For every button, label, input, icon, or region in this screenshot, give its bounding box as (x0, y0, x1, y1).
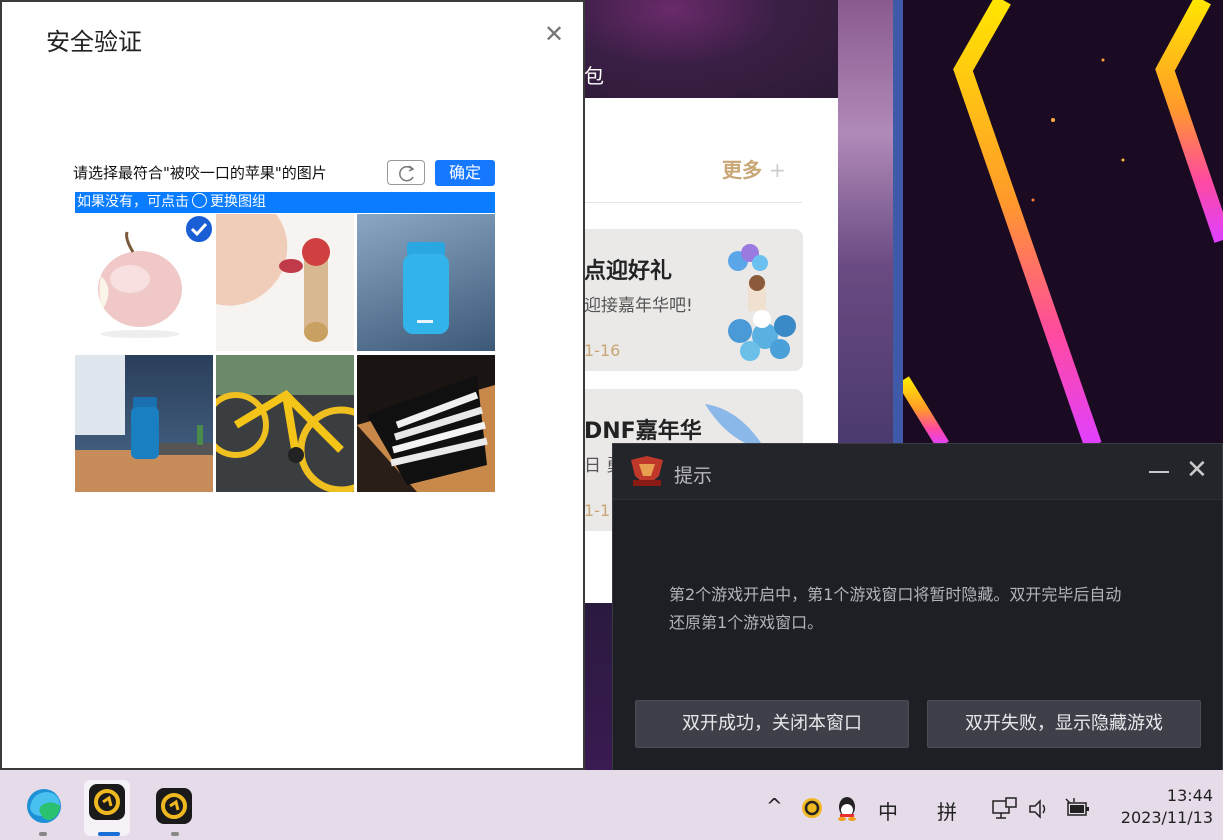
person-eating-apple-image (216, 214, 330, 342)
system-clock[interactable]: 13:44 2023/11/13 (1121, 785, 1213, 829)
neon-chevron-art (903, 0, 1223, 445)
captcha-tile-blue-bottle[interactable] (357, 214, 495, 351)
taskbar-running-indicator (171, 832, 179, 836)
tray-overflow-chevron[interactable]: ^ (766, 794, 783, 818)
captcha-tile-person-eating-apple[interactable] (216, 214, 354, 351)
minimize-icon[interactable] (1147, 458, 1171, 482)
bottle-on-desk-image (75, 355, 213, 492)
tip-message-line: 还原第1个游戏窗口。 (669, 613, 824, 632)
game-logo-icon (631, 456, 663, 486)
close-icon[interactable]: ✕ (1186, 457, 1208, 483)
captcha-tile-pencils-in-drawer[interactable] (357, 355, 495, 492)
captcha-hint: 如果没有，可点击 更换图组 (75, 192, 495, 213)
dual-open-fail-button[interactable]: 双开失败，显示隐藏游戏 (927, 700, 1201, 748)
refresh-icon[interactable] (192, 193, 207, 208)
network-icon[interactable] (992, 797, 1018, 826)
divider (560, 202, 802, 203)
ime-layout-indicator[interactable]: 拼 (937, 796, 957, 825)
news-card[interactable]: 点迎好礼 迎接嘉年华吧! 1-16 (560, 229, 803, 371)
hint-text-before: 如果没有，可点击 (77, 194, 189, 210)
news-card-subtitle: 迎接嘉年华吧! (584, 296, 693, 316)
game-launcher-icon (89, 784, 125, 820)
tray-game-launcher-icon[interactable] (800, 796, 824, 825)
taskbar-app-game-launcher-active[interactable] (84, 780, 130, 836)
pencils-in-drawer-image (357, 355, 495, 492)
tip-dialog-title: 提示 (674, 465, 713, 487)
news-card-title: DNF嘉年华 (584, 419, 702, 444)
more-link[interactable]: 更多 + (722, 154, 786, 183)
news-card-date: 1-16 (584, 341, 621, 360)
taskbar-app-game-launcher[interactable] (152, 784, 196, 828)
captcha-tile-bitten-apple[interactable] (75, 214, 213, 351)
taskbar-app-edge[interactable] (22, 784, 66, 828)
captcha-tile-blue-bottle-on-desk[interactable] (75, 355, 213, 492)
taskbar-running-indicator (39, 832, 47, 836)
captcha-prompt: 请选择最符合"被咬一口的苹果"的图片 (73, 164, 327, 182)
tip-dialog: 提示 ✕ 第2个游戏开启中，第1个游戏窗口将暂时隐藏。双开完毕后自动 还原第1个… (612, 443, 1223, 773)
plus-icon: + (768, 158, 786, 182)
tip-message-line: 第2个游戏开启中，第1个游戏窗口将暂时隐藏。双开完毕后自动 (669, 585, 1122, 604)
news-card-date: 1-1 (584, 501, 611, 520)
game-launcher-icon (156, 788, 192, 824)
clock-time: 13:44 (1166, 786, 1213, 805)
taskbar-active-indicator (98, 832, 120, 836)
refresh-button[interactable] (387, 160, 425, 185)
refresh-icon (399, 165, 415, 182)
tray-qq-icon[interactable] (836, 795, 858, 826)
blue-bottle-image (403, 242, 449, 334)
edge-icon (27, 789, 61, 823)
hint-text-after: 更换图组 (210, 194, 266, 210)
dual-open-success-button[interactable]: 双开成功，关闭本窗口 (635, 700, 909, 748)
security-verification-dialog: 安全验证 ✕ 请选择最符合"被咬一口的苹果"的图片 确定 如果没有，可点击 更换图… (0, 0, 585, 770)
selected-check-icon (184, 214, 213, 244)
captcha-tile-yellow-bicycle[interactable] (216, 355, 354, 492)
volume-icon[interactable] (1028, 798, 1052, 825)
close-icon[interactable]: ✕ (544, 20, 564, 48)
battery-icon[interactable] (1064, 797, 1090, 824)
news-card-title: 点迎好礼 (584, 259, 673, 284)
taskbar: ^ 中 拼 13:44 2023/11/13 (0, 770, 1223, 840)
clock-date: 2023/11/13 (1120, 808, 1213, 827)
ime-mode-indicator[interactable]: 中 (878, 796, 898, 825)
captcha-image-grid (75, 214, 495, 492)
tip-dialog-header: 提示 ✕ (613, 444, 1222, 500)
tip-message: 第2个游戏开启中，第1个游戏窗口将暂时隐藏。双开完毕后自动 还原第1个游戏窗口。 (669, 581, 1189, 637)
scrollbar[interactable] (893, 0, 903, 445)
confirm-button[interactable]: 确定 (435, 160, 495, 186)
background-character-art (838, 0, 900, 445)
neon-chevron-graphic (903, 0, 1223, 445)
balloon-character-illustration (728, 244, 796, 361)
dialog-title: 安全验证 (46, 28, 142, 56)
launcher-hero-text: 包 (584, 64, 604, 88)
yellow-bicycle-image (216, 355, 354, 492)
